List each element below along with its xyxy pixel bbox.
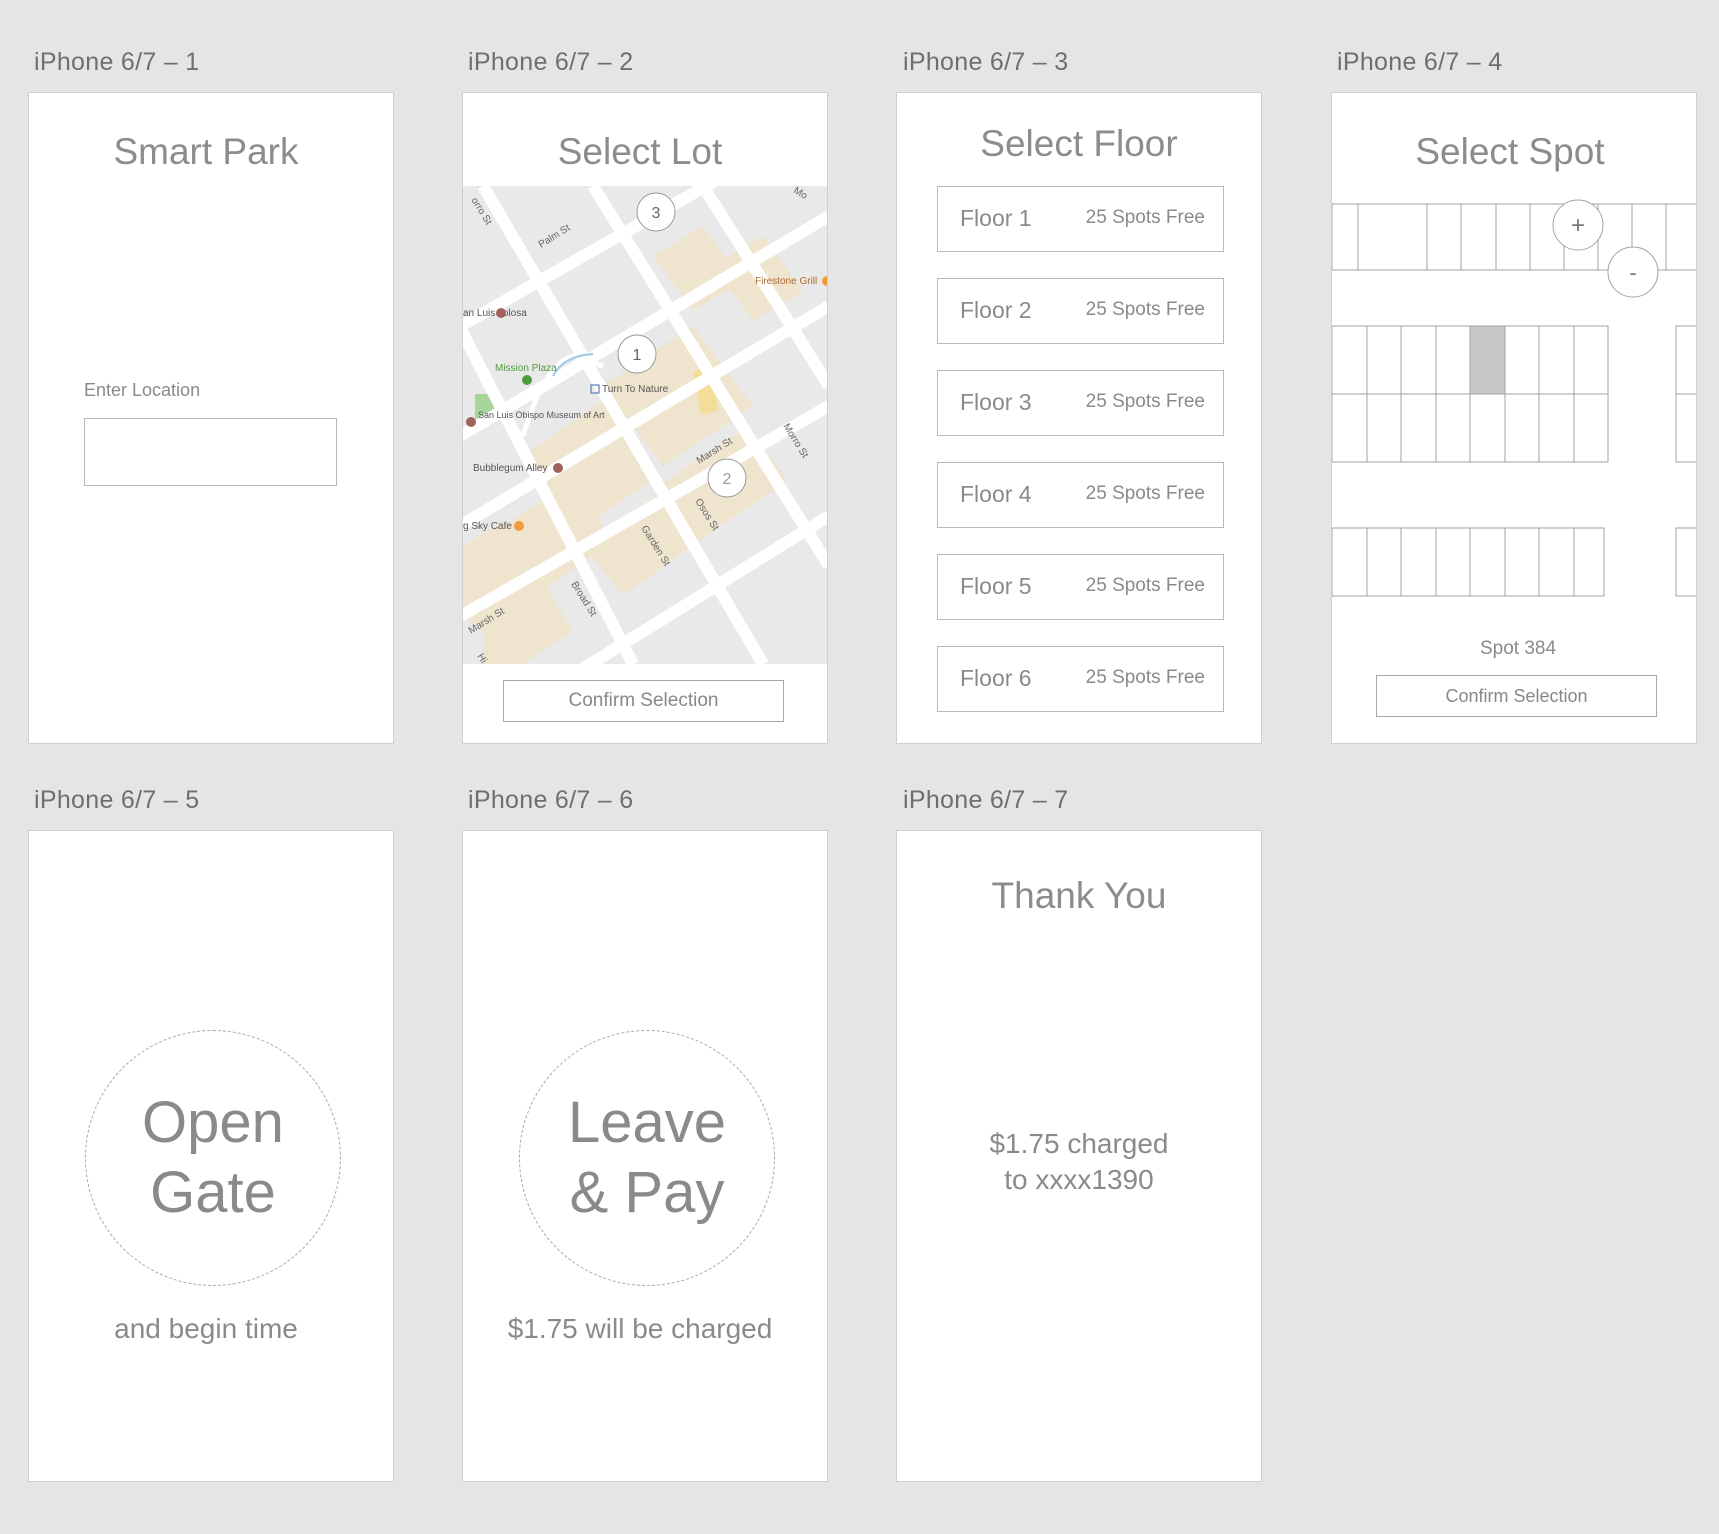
park-icon — [522, 375, 532, 385]
leave-pay-button[interactable]: Leave & Pay — [519, 1030, 775, 1286]
floor-row-4[interactable]: Floor 4 25 Spots Free — [937, 462, 1224, 528]
floor-row-2[interactable]: Floor 2 25 Spots Free — [937, 278, 1224, 344]
plus-icon: + — [1571, 212, 1585, 239]
screen-open-gate: Open Gate and begin time — [28, 830, 394, 1482]
screen-thank-you: Thank You $1.75 charged to xxxx1390 — [896, 830, 1262, 1482]
lot-marker-2[interactable]: 2 — [707, 458, 747, 498]
floor-name: Floor 5 — [960, 573, 1032, 599]
floor-name: Floor 4 — [960, 481, 1032, 507]
floor-free-count: 25 Spots Free — [1085, 299, 1205, 320]
floor-row-5[interactable]: Floor 5 25 Spots Free — [937, 554, 1224, 620]
place-label: Firestone Grill — [755, 276, 817, 287]
lot-marker-3[interactable]: 3 — [636, 192, 676, 232]
screen-title: Select Lot — [557, 131, 723, 172]
floor-free-count: 25 Spots Free — [1085, 207, 1205, 228]
floor-free-count: 25 Spots Free — [1085, 483, 1205, 504]
lot-marker-1-label: 1 — [633, 347, 642, 364]
lot-marker-3-label: 3 — [652, 205, 661, 222]
floor-name: Floor 2 — [960, 297, 1032, 323]
enter-location-label: Enter Location — [84, 380, 201, 400]
floor-name: Floor 6 — [960, 665, 1032, 691]
charge-confirmation-text: $1.75 charged to xxxx1390 — [989, 1128, 1169, 1195]
selected-spot-label: Spot 384 — [1479, 638, 1557, 659]
place-label: Mission Plaza — [495, 363, 557, 374]
begin-time-text: and begin time — [114, 1313, 298, 1344]
open-gate-button[interactable]: Open Gate — [85, 1030, 341, 1286]
lot-marker-2-label: 2 — [723, 471, 732, 488]
screen-select-floor: Select Floor Floor 1 25 Spots Free Floor… — [896, 92, 1262, 744]
floor-free-count: 25 Spots Free — [1085, 667, 1205, 688]
screen-title: Smart Park — [113, 131, 299, 172]
place-label: San Luis Obispo Museum of Art — [478, 410, 605, 420]
place-label: Turn To Nature — [602, 384, 669, 395]
screen-leave-pay: Leave & Pay $1.75 will be charged — [462, 830, 828, 1482]
charge-notice-text: $1.75 will be charged — [507, 1313, 773, 1344]
confirm-selection-button[interactable]: Confirm Selection — [1376, 675, 1657, 717]
open-gate-label: Open Gate — [142, 1090, 284, 1225]
floor-name: Floor 3 — [960, 389, 1032, 415]
parking-spot-map[interactable]: + - — [1332, 93, 1697, 633]
landmark-icon — [496, 308, 506, 318]
frame-label-5: iPhone 6/7 – 5 — [34, 786, 200, 814]
floor-row-3[interactable]: Floor 3 25 Spots Free — [937, 370, 1224, 436]
screen-select-spot: Select Spot + - Spot 384 Confirm Selecti… — [1331, 92, 1697, 744]
screen-title: Select Floor — [980, 123, 1178, 164]
floor-free-count: 25 Spots Free — [1085, 391, 1205, 412]
frame-label-6: iPhone 6/7 – 6 — [468, 786, 634, 814]
place-label: g Sky Cafe — [463, 521, 512, 532]
location-input[interactable] — [84, 418, 337, 486]
place-label: Bubblegum Alley — [473, 463, 548, 474]
floor-name: Floor 1 — [960, 205, 1032, 231]
lot-map[interactable]: 3 1 2 orro St Palm St Mo Marsh St Morro … — [463, 186, 828, 664]
lot-marker-1[interactable]: 1 — [617, 334, 657, 374]
frame-label-2: iPhone 6/7 – 2 — [468, 48, 634, 76]
frame-label-4: iPhone 6/7 – 4 — [1337, 48, 1503, 76]
museum-icon — [466, 417, 476, 427]
food-icon — [514, 521, 524, 531]
screen-smart-park: Smart Park Enter Location — [28, 92, 394, 744]
floor-row-6[interactable]: Floor 6 25 Spots Free — [937, 646, 1224, 712]
place-label: an Luis Tolosa — [463, 308, 527, 319]
minus-icon: - — [1629, 260, 1636, 285]
leave-pay-label: Leave & Pay — [567, 1090, 727, 1225]
zoom-out-button[interactable]: - — [1607, 246, 1659, 298]
zoom-in-button[interactable]: + — [1552, 199, 1604, 251]
confirm-selection-button[interactable]: Confirm Selection — [503, 680, 784, 722]
landmark-icon — [553, 463, 563, 473]
frame-label-7: iPhone 6/7 – 7 — [903, 786, 1069, 814]
floor-row-1[interactable]: Floor 1 25 Spots Free — [937, 186, 1224, 252]
screen-title: Thank You — [991, 875, 1167, 916]
floor-free-count: 25 Spots Free — [1085, 575, 1205, 596]
frame-label-3: iPhone 6/7 – 3 — [903, 48, 1069, 76]
screen-select-lot: Select Lot 3 1 2 orro St Palm St Mo Mars… — [462, 92, 828, 744]
frame-label-1: iPhone 6/7 – 1 — [34, 48, 200, 76]
